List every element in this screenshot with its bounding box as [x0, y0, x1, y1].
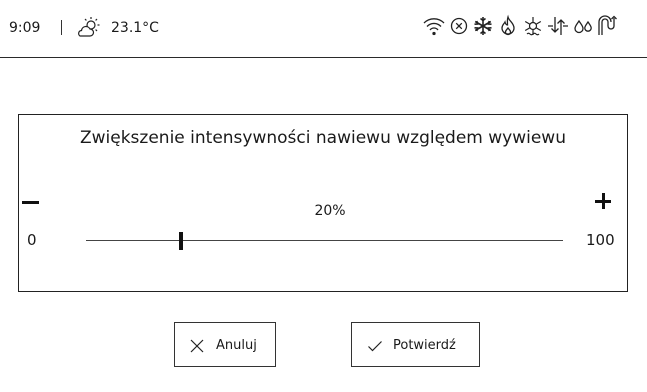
circle-x-icon[interactable]	[447, 14, 471, 38]
status-bar: 9:09 23.1°C	[0, 0, 647, 58]
intensity-slider[interactable]	[86, 230, 563, 252]
airflow-arrows-icon[interactable]	[546, 14, 570, 38]
dialog-title: Zwiększenie intensywności nawiewu względ…	[79, 128, 566, 148]
slider-max-label: 100	[586, 231, 615, 249]
wifi-icon[interactable]	[422, 14, 446, 38]
screen: 9:09 23.1°C Zwiększenie intensywności na…	[0, 0, 647, 392]
defrost-icon[interactable]	[521, 14, 545, 38]
hygiene-bracket-icon[interactable]	[596, 14, 620, 38]
cancel-button[interactable]: Anuluj	[174, 322, 276, 367]
close-icon	[190, 339, 204, 353]
decrease-button[interactable]	[22, 194, 40, 210]
cancel-button-label: Anuluj	[216, 338, 257, 353]
slider-min-label: 0	[27, 231, 37, 249]
status-separator	[61, 20, 62, 35]
confirm-button-label: Potwierdź	[393, 338, 456, 353]
partly-cloudy-sun-icon	[76, 16, 101, 38]
current-value-label: 20%	[314, 203, 346, 219]
minus-icon	[22, 201, 39, 204]
humidity-drops-icon[interactable]	[571, 14, 595, 38]
checkmark-icon	[368, 341, 382, 352]
flame-icon[interactable]	[496, 14, 520, 38]
slider-track	[86, 240, 563, 241]
clock-time: 9:09	[9, 20, 41, 36]
slider-thumb[interactable]	[179, 232, 184, 250]
outdoor-temperature: 23.1°C	[111, 20, 159, 36]
confirm-button[interactable]: Potwierdź	[351, 322, 480, 367]
increase-button[interactable]	[594, 192, 613, 211]
snowflake-icon[interactable]	[471, 14, 495, 38]
